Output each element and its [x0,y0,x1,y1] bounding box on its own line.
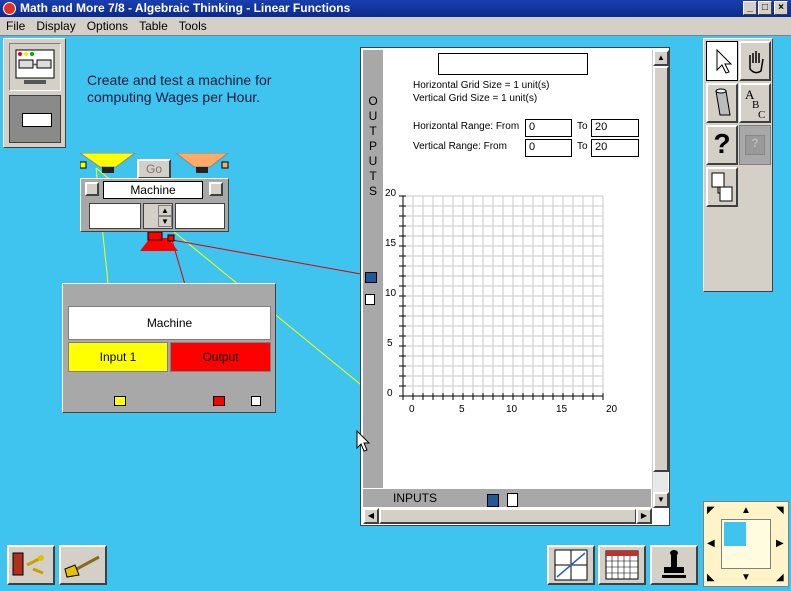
x-tick-15: 15 [556,404,568,415]
machine-operator-stepper[interactable]: ▲ ▼ [143,203,173,229]
x-tick-0: 0 [409,404,415,415]
copy-tool[interactable] [706,167,738,207]
input-hopper-icon [80,153,136,173]
navigator-panel[interactable]: ◤ ▲ ◥ ◀ ▶ ◣ ▼ ◢ [703,501,789,587]
output-connector-blue[interactable] [365,272,377,283]
navigator-view[interactable] [721,519,771,569]
copy-arrow-icon [711,172,733,202]
scroll-down-icon[interactable]: ▼ [653,492,669,508]
stamp-button[interactable] [650,545,698,585]
select-tool[interactable] [706,41,738,81]
machine-body: Machine ▲ ▼ [80,178,229,232]
text-tool[interactable]: ABC [739,83,771,123]
svg-text:C: C [758,109,765,121]
tool-palette: ABC ? ? [703,38,773,292]
help-question-icon[interactable]: ? [706,125,738,165]
y-tick-15: 15 [385,238,397,249]
arrow-pointer-icon [716,48,733,74]
vertical-to-input[interactable]: 20 [591,139,639,157]
nav-left-icon[interactable]: ◀ [707,538,715,549]
exit-door-icon [12,552,44,576]
y-tick-10: 10 [385,288,397,299]
scroll-left-icon[interactable]: ◀ [363,508,379,524]
stepper-up-icon[interactable]: ▲ [158,205,172,216]
nav-right-icon[interactable]: ▶ [776,538,784,549]
table-calendar-icon [605,550,639,580]
vertical-range-label: Vertical Range: From [413,141,507,152]
machine-outlet-icon [140,232,178,251]
horizontal-range-label: Horizontal Range: From [413,121,520,132]
machine[interactable]: Go Machine ▲ ▼ [80,153,232,253]
exit-button[interactable] [7,545,55,585]
table-input-connector[interactable] [114,396,126,406]
horizontal-scroll-thumb[interactable] [379,508,637,524]
y-tick-0: 0 [387,388,393,399]
x-tick-10: 10 [506,404,518,415]
nav-up-icon[interactable]: ▲ [741,505,751,516]
hand-tool[interactable] [739,41,771,81]
go-button[interactable]: Go [137,159,171,179]
scroll-up-icon[interactable]: ▲ [653,50,669,66]
function-table[interactable]: Machine Input 1 Output [62,283,276,413]
table-extra-connector[interactable] [251,396,261,406]
vertical-grid-size: Vertical Grid Size = 1 unit(s) [413,93,538,104]
horizontal-from-input[interactable]: 0 [525,119,572,137]
table-output-column[interactable]: Output [170,342,271,372]
x-tick-20: 20 [606,404,618,415]
scroll-right-icon[interactable]: ▶ [636,508,652,524]
table-button[interactable] [598,545,646,585]
paper-roll-icon [715,88,731,116]
hand-icon [749,51,764,74]
stamp-icon [662,550,686,578]
y-tick-20: 20 [385,188,397,199]
clear-button[interactable] [59,545,107,585]
graph-title-field[interactable] [438,53,588,75]
outputs-axis-bar: OUTPUTS [363,50,383,488]
abc-text-icon: ABC [745,87,765,121]
input-connector-white[interactable] [507,493,518,507]
vertical-scrollbar[interactable]: ▲ ▼ [652,50,669,508]
inputs-label: INPUTS [393,491,438,505]
nav-down-left-icon[interactable]: ◣ [707,572,715,583]
vertical-to-label: To [577,141,588,152]
table-header: Machine [68,306,271,340]
machine-name[interactable]: Machine [103,181,203,199]
vertical-scroll-thumb[interactable] [653,66,669,472]
coordinate-grid[interactable] [391,186,631,416]
horizontal-grid-size: Horizontal Grid Size = 1 unit(s) [413,80,550,91]
nav-down-icon[interactable]: ▼ [741,572,751,583]
output-connector-white[interactable] [365,294,375,305]
vertical-from-input[interactable]: 0 [525,139,572,157]
graph-icon [554,549,588,581]
y-tick-5: 5 [387,338,393,349]
nav-down-right-icon[interactable]: ◢ [776,572,784,583]
horizontal-to-input[interactable]: 20 [591,119,639,137]
disabled-help-icon: ? [739,125,771,165]
mouse-cursor-icon [356,430,371,452]
paper-roll-tool[interactable] [706,83,738,123]
stepper-down-icon[interactable]: ▼ [158,216,172,227]
outputs-label: OUTPUTS [368,94,378,198]
nav-up-right-icon[interactable]: ◥ [776,505,784,516]
graph-button[interactable] [547,545,595,585]
horizontal-scrollbar[interactable]: ◀ ▶ [363,508,652,524]
input-connector-blue[interactable] [487,494,499,507]
broom-icon [64,555,100,578]
machine-left-button[interactable] [85,182,99,196]
machine-output-field[interactable] [175,203,225,229]
nav-up-left-icon[interactable]: ◤ [707,505,715,516]
x-tick-5: 5 [459,404,465,415]
table-output-connector[interactable] [213,396,225,406]
inputs-axis-bar: INPUTS [363,489,651,507]
navigator-viewport[interactable] [724,522,746,546]
horizontal-to-label: To [577,121,588,132]
table-input-column[interactable]: Input 1 [68,342,168,372]
output-hopper-icon [176,153,229,173]
machine-right-button[interactable] [209,182,223,196]
machine-input-field[interactable] [89,203,141,229]
graph-window: OUTPUTS Horizontal Grid Size = 1 unit(s)… [360,47,670,526]
